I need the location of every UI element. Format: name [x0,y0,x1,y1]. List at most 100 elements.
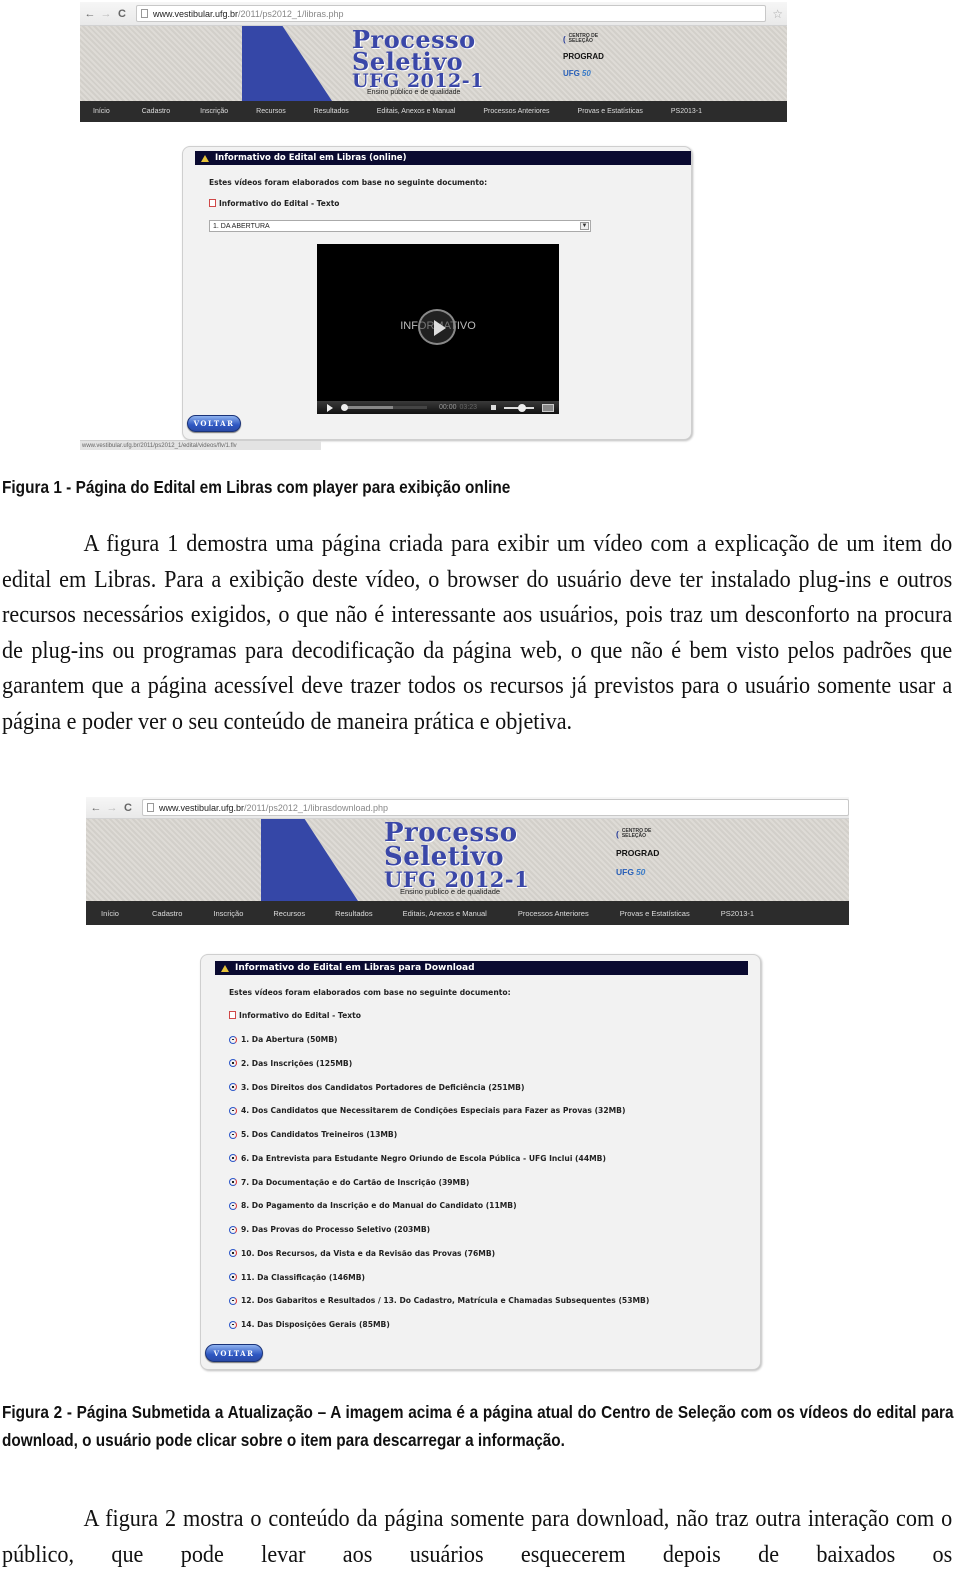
duration: 03:23 [459,404,478,411]
chapter-select-value: 1. DA ABERTURA [213,222,270,230]
panel-heading: Informativo do Edital em Libras para Dow… [215,961,748,975]
menu-item-editais[interactable]: Editais, Anexos e Manual [377,108,456,115]
download-item-label: 10. Dos Recursos, da Vista e da Revisão … [241,1248,496,1258]
menu-item-cadastro[interactable]: Cadastro [152,909,182,918]
download-item[interactable]: 11. Da Classificação (146MB) [229,1273,365,1282]
fullscreen-icon[interactable] [542,403,555,412]
menu-item-recursos[interactable]: Recursos [256,108,286,115]
url-input[interactable]: www.vestibular.ufg.br /2011/ps2012_1/lib… [136,5,767,22]
url-path: /2011/ps2012_1/libras.php [238,8,344,19]
download-link-icon [229,1201,237,1210]
download-item-label: 5. Dos Candidatos Treineiros (13MB) [241,1130,398,1139]
download-item[interactable]: 6. Da Entrevista para Estudante Negro Or… [229,1154,606,1163]
centro-selecao-logo: (CENTRO DE SELEÇÃO [616,828,652,840]
menu-item-provas-estatisticas[interactable]: Provas e Estatísticas [620,909,690,918]
menu-item-ps2013[interactable]: PS2013-1 [721,909,754,918]
download-link-icon [229,1320,237,1329]
bookmark-star-icon[interactable]: ☆ [772,7,783,21]
menu-item-editais[interactable]: Editais, Anexos e Manual [403,909,487,918]
ufg50-logo: UFG 50 [616,867,646,877]
warning-icon [221,964,229,972]
figure2-screenshot: ← → C www.vestibular.ufg.br /2011/ps2012… [86,797,849,925]
menu-item-inscricao[interactable]: Inscrição [200,108,228,115]
download-item[interactable]: 3. Dos Direitos dos Candidatos Portadore… [229,1083,524,1092]
voltar-button[interactable]: VOLTAR [205,1344,263,1362]
libras-online-panel: Informativo do Edital em Libras (online)… [182,146,692,440]
chapter-select[interactable]: 1. DA ABERTURA ▼ [209,220,591,232]
intro-text: Estes vídeos foram elaborados com base n… [209,178,488,187]
download-link-icon [229,1059,237,1068]
banner-tagline: Ensino publico e de qualidade [400,887,501,896]
warning-icon [201,154,209,162]
back-arrow-icon[interactable]: ← [90,802,102,814]
current-time: 00:00 [439,404,457,411]
edital-text-link[interactable]: Informativo do Edital - Texto [209,199,339,208]
download-item-label: 7. Da Documentação e do Cartão de Inscri… [241,1177,470,1187]
browser-address-bar: ← → C www.vestibular.ufg.br /2011/ps2012… [86,797,849,819]
play-icon[interactable] [327,403,333,412]
pdf-icon [229,1011,236,1019]
download-item[interactable]: 9. Das Provas do Processo Seletivo (203M… [229,1225,430,1234]
volume-handle[interactable] [518,403,527,412]
download-link-icon [229,1035,237,1044]
edital-text-link[interactable]: Informativo do Edital - Texto [229,1011,361,1020]
menu-item-cadastro[interactable]: Cadastro [142,108,170,115]
video-player[interactable]: INFORMATIVO 00:00 03:23 [317,244,559,414]
download-item[interactable]: 12. Dos Gabaritos e Resultados / 13. Do … [229,1296,649,1305]
download-link-icon [229,1225,237,1234]
menu-item-processos-anteriores[interactable]: Processos Anteriores [483,108,549,115]
video-controls: 00:00 03:23 [317,401,559,414]
banner-blue-triangle [261,819,358,901]
menu-item-processos-anteriores[interactable]: Processos Anteriores [518,909,589,918]
download-item[interactable]: 7. Da Documentação e do Cartão de Inscri… [229,1178,469,1187]
menu-item-ps2013[interactable]: PS2013-1 [671,108,702,115]
partner-logos: (CENTRO DE SELEÇÃO PROGRAD UFG 50 [563,33,604,79]
status-bar-url: www.vestibular.ufg.br/2011/ps2012_1/edit… [80,440,321,450]
seek-bar[interactable] [341,403,427,411]
download-item[interactable]: 10. Dos Recursos, da Vista e da Revisão … [229,1249,495,1258]
download-item[interactable]: 5. Dos Candidatos Treineiros (13MB) [229,1130,397,1139]
menu-item-inicio[interactable]: Início [93,108,110,115]
voltar-button[interactable]: VOLTAR [187,415,241,432]
download-link-icon [229,1106,237,1115]
reload-icon[interactable]: C [122,802,134,814]
download-item-label: 8. Do Pagamento da Inscrição e do Manual… [241,1201,517,1211]
download-item[interactable]: 1. Da Abertura (50MB) [229,1035,338,1044]
download-item[interactable]: 14. Das Disposições Gerais (85MB) [229,1320,390,1329]
volume-icon[interactable] [491,405,497,410]
play-overlay-icon[interactable] [418,309,456,345]
panel-heading-text: Informativo do Edital em Libras (online) [215,153,407,163]
download-item-label: 2. Das Inscrições (125MB) [241,1058,353,1068]
menu-item-resultados[interactable]: Resultados [335,909,373,918]
menu-item-recursos[interactable]: Recursos [273,909,305,918]
banner-blue-triangle [242,26,332,101]
download-item[interactable]: 8. Do Pagamento da Inscrição e do Manual… [229,1201,517,1210]
download-item-label: 4. Dos Candidatos que Necessitarem de Co… [241,1106,626,1116]
centro-selecao-logo: (CENTRO DE SELEÇÃO [563,33,599,44]
volume-slider[interactable] [504,403,535,412]
menu-item-resultados[interactable]: Resultados [314,108,349,115]
download-item-label: 14. Das Disposições Gerais (85MB) [241,1320,390,1329]
site-banner: Processo Seletivo UFG 2012-1 Ensino públ… [80,26,787,101]
site-menu: Início Cadastro Inscrição Recursos Resul… [86,901,849,925]
menu-item-inicio[interactable]: Início [101,909,119,918]
back-arrow-icon[interactable]: ← [84,8,96,20]
panel-heading-text: Informativo do Edital em Libras para Dow… [235,963,475,973]
download-item[interactable]: 2. Das Inscrições (125MB) [229,1059,352,1068]
url-input[interactable]: www.vestibular.ufg.br /2011/ps2012_1/lib… [142,799,849,816]
paragraph-2: A figura 2 mostra o conteúdo da página s… [2,1505,953,1568]
download-item-label: 6. Da Entrevista para Estudante Negro Or… [241,1153,606,1163]
menu-item-provas-estatisticas[interactable]: Provas e Estatísticas [578,108,643,115]
download-item-label: 9. Das Provas do Processo Seletivo (203M… [241,1225,431,1234]
panel-heading: Informativo do Edital em Libras (online) [195,151,691,165]
reload-icon[interactable]: C [116,8,128,20]
forward-arrow-icon[interactable]: → [106,802,118,814]
site-menu: Início Cadastro Inscrição Recursos Resul… [80,101,787,122]
banner-tagline: Ensino público e de qualidade [367,89,461,96]
chevron-down-icon[interactable]: ▼ [580,222,589,230]
download-item[interactable]: 4. Dos Candidatos que Necessitarem de Co… [229,1106,625,1115]
forward-arrow-icon[interactable]: → [100,8,112,20]
download-link-icon [229,1130,237,1139]
seek-handle[interactable] [341,403,348,411]
menu-item-inscricao[interactable]: Inscrição [213,909,243,918]
